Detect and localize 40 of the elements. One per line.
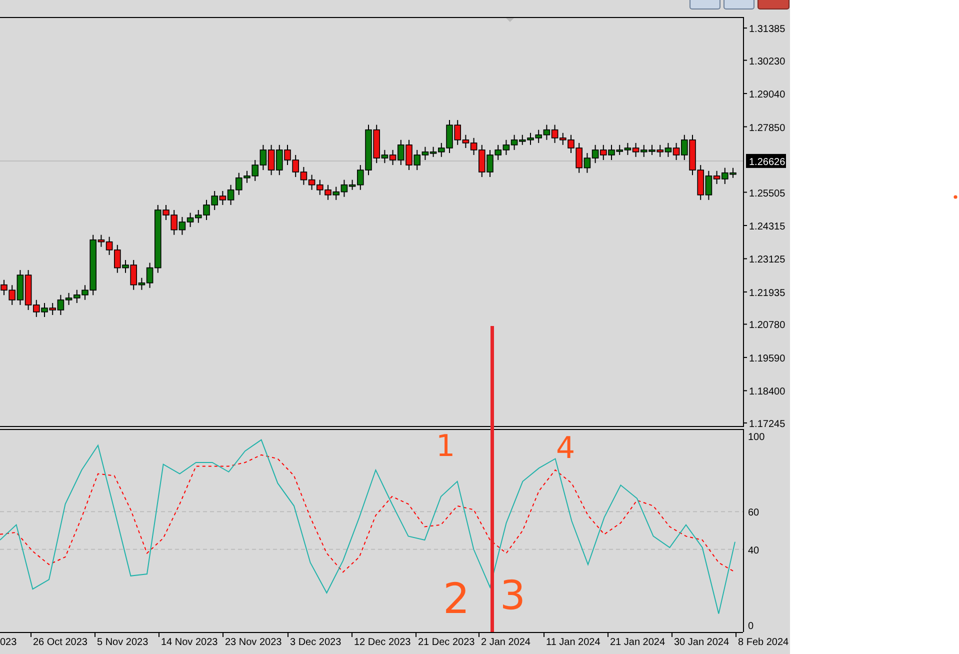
- time-axis-label: 8 Feb 2024: [738, 637, 789, 648]
- time-axis-label: 12 Dec 2023: [354, 637, 411, 648]
- current-price-label: 1.26626: [746, 154, 786, 168]
- time-axis-label: 21 Jan 2024: [610, 637, 666, 648]
- price-axis-label: 1.21935: [749, 288, 786, 299]
- price-axis-label: 1.19590: [749, 353, 786, 364]
- oscillator-axis-label: 0: [748, 621, 754, 632]
- oscillator-axis-label: 60: [748, 508, 760, 519]
- time-axis-label: 023: [0, 637, 17, 648]
- price-axis-label: 1.24315: [749, 222, 786, 232]
- oscillator-axis-label: 40: [748, 545, 760, 556]
- oscillator-axis-label: 100: [748, 432, 765, 443]
- annotation-number: 2: [443, 574, 470, 623]
- annotation-number: 4: [556, 431, 576, 466]
- time-axis-label: 26 Oct 2023: [33, 637, 88, 648]
- restore-button[interactable]: [724, 0, 754, 10]
- shift-marker-icon[interactable]: [506, 18, 514, 22]
- time-axis-label: 23 Nov 2023: [225, 637, 282, 648]
- price-axis-label: 1.30230: [749, 56, 786, 68]
- price-axis-label: 1.29040: [749, 90, 786, 101]
- annotation-number: 1: [436, 429, 456, 464]
- dot-mark: [954, 195, 958, 199]
- ref-line-label: 1.26626: [749, 156, 786, 168]
- time-axis-label: 30 Jan 2024: [674, 637, 730, 648]
- price-axis-label: 1.18400: [749, 386, 786, 398]
- price-axis-label: 1.31385: [749, 24, 786, 36]
- price-axis-label: 1.27850: [749, 122, 786, 134]
- price-axis-label: 1.25505: [749, 188, 786, 200]
- annotation-number: 3: [500, 573, 526, 619]
- time-axis-label: 21 Dec 2023: [418, 637, 475, 648]
- minimize-button[interactable]: [690, 0, 720, 10]
- time-axis-label: 3 Dec 2023: [290, 637, 342, 648]
- time-axis-label: 5 Nov 2023: [97, 637, 148, 648]
- time-axis-label: 2 Jan 2024: [481, 637, 530, 648]
- close-button[interactable]: [758, 0, 790, 10]
- time-axis-label: 14 Nov 2023: [161, 637, 218, 648]
- time-axis-label: 11 Jan 2024: [546, 637, 600, 648]
- price-axis-label: 1.17245: [749, 418, 786, 430]
- price-axis-label: 1.23125: [749, 254, 786, 266]
- price-axis-label: 1.20780: [749, 320, 786, 332]
